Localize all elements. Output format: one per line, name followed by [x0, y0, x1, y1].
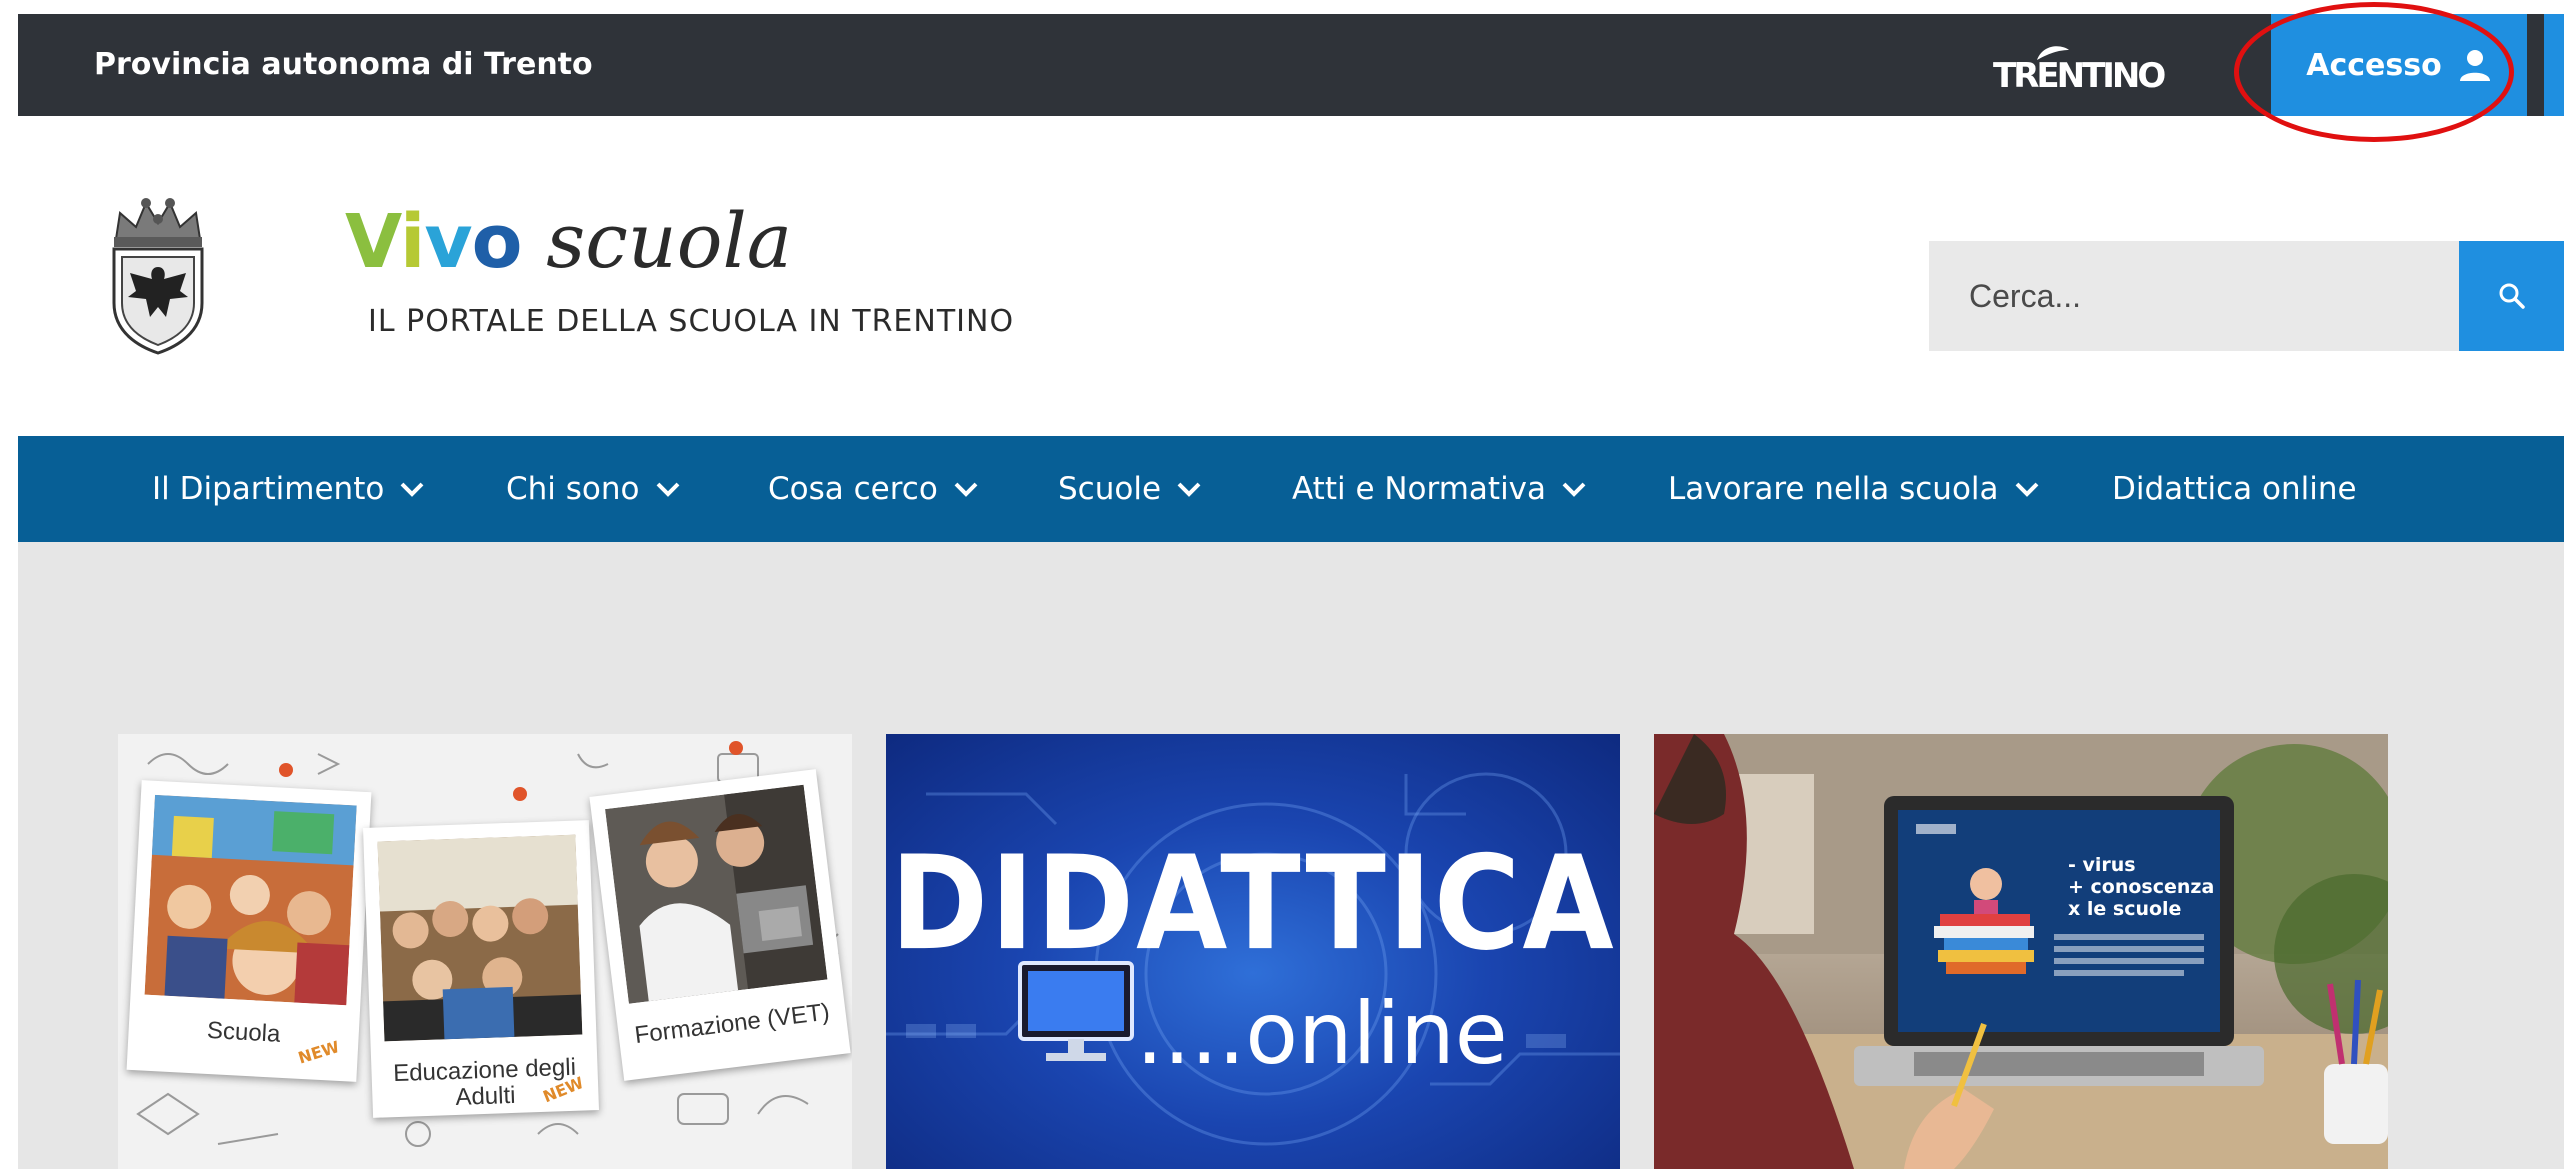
polaroid-scuola[interactable]: Scuola NEW	[126, 780, 372, 1082]
monitor-icon	[1018, 961, 1134, 1061]
laptop-scene	[1654, 734, 2388, 1169]
polaroid-educazione-adulti[interactable]: Educazione degli Adulti NEW	[363, 820, 599, 1118]
chevron-down-icon	[1562, 482, 1586, 497]
photo-vocational	[605, 784, 828, 1004]
search-box	[1929, 241, 2459, 351]
search-input[interactable]	[1929, 241, 2459, 351]
nav-label: Lavorare nella scuola	[1668, 471, 1999, 507]
nav-label: Atti e Normativa	[1292, 471, 1547, 507]
main-navigation: Il Dipartimento Chi sono Cosa cerco Scuo…	[18, 436, 2564, 542]
didattica-title: DIDATTICA	[890, 827, 1616, 979]
chevron-down-icon	[954, 482, 978, 497]
chevron-down-icon	[656, 482, 679, 497]
trentino-logo[interactable]: TRENTINO	[1993, 42, 2166, 96]
screen-line-conoscenza: + conoscenza	[2068, 876, 2215, 898]
nav-item-cosa-cerco[interactable]: Cosa cerco	[768, 436, 980, 542]
nav-label: Cosa cerco	[768, 471, 938, 507]
nav-label: Scuole	[1058, 471, 1162, 507]
card-school-sectors[interactable]: Scuola NEW Educazione degli Adulti NEW F…	[118, 734, 852, 1169]
portal-tagline: IL PORTALE DELLA SCUOLA IN TRENTINO	[368, 304, 1015, 339]
card-didattica-online[interactable]: DIDATTICA ....online	[886, 734, 1620, 1169]
nav-label: Il Dipartimento	[152, 471, 385, 507]
photo-students	[144, 794, 357, 1006]
didattica-subtitle: ....online	[1136, 984, 1508, 1084]
nav-item-chi-sono[interactable]: Chi sono	[506, 436, 682, 542]
polaroid-formazione-vet[interactable]: Formazione (VET)	[589, 769, 851, 1081]
search-button[interactable]	[2459, 241, 2564, 351]
search-icon	[2499, 283, 2525, 309]
screen-line-scuole: x le scuole	[2068, 898, 2182, 920]
brand-scuola: scuola	[546, 196, 793, 285]
nav-item-didattica-online[interactable]: Didattica online	[2112, 436, 2357, 542]
province-title[interactable]: Provincia autonoma di Trento	[94, 14, 593, 116]
screen-line-virus: - virus	[2068, 854, 2136, 876]
coat-of-arms-icon[interactable]	[106, 195, 210, 355]
top-bar: Provincia autonoma di Trento TRENTINO Ac…	[18, 14, 2564, 116]
chevron-down-icon	[1177, 482, 1201, 497]
brand-letter-o: o	[471, 199, 523, 285]
screen-slogan: - virus + conoscenza x le scuole	[2068, 854, 2214, 920]
nav-item-scuole[interactable]: Scuole	[1058, 436, 1203, 542]
chevron-down-icon	[400, 482, 424, 497]
trentino-logo-text: TRENTINO	[1993, 56, 2166, 96]
chevron-down-icon	[2015, 482, 2038, 497]
vivoscuola-logo[interactable]: Vivo scuola	[345, 196, 792, 306]
login-highlight-annotation	[2234, 2, 2514, 142]
nav-item-atti-normativa[interactable]: Atti e Normativa	[1292, 436, 1588, 542]
brand-letter-i: i	[399, 199, 425, 285]
brand-letter-v: V	[345, 199, 401, 285]
topbar-edge-accent	[2544, 14, 2564, 116]
nav-item-dipartimento[interactable]: Il Dipartimento	[152, 436, 426, 542]
nav-item-lavorare-scuola[interactable]: Lavorare nella scuola	[1668, 436, 2041, 542]
brand-letter-v2: v	[424, 199, 472, 285]
nav-label: Chi sono	[506, 471, 640, 507]
card-virus-conoscenza[interactable]: - virus + conoscenza x le scuole	[1654, 734, 2388, 1169]
nav-label: Didattica online	[2112, 471, 2357, 507]
photo-adults	[377, 834, 583, 1042]
